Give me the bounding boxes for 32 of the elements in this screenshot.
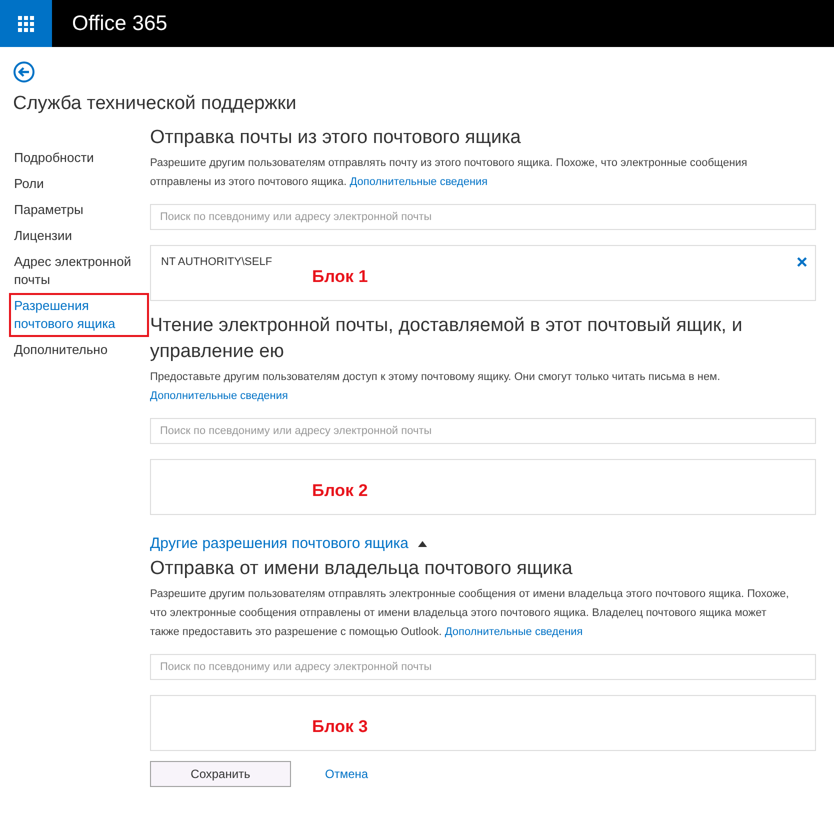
page-title: Служба технической поддержки <box>13 92 298 116</box>
nav-item[interactable]: Лицензии <box>9 223 149 249</box>
search-field[interactable]: Поиск по псевдониму или адресу электронной почты <box>150 204 816 230</box>
nav-item[interactable]: Параметры <box>9 197 149 223</box>
app-grid-icon <box>18 16 34 32</box>
nav-item[interactable]: Адрес электронной почты <box>9 249 149 293</box>
section-title: Отправка почты из этого почтового ящика <box>150 126 522 150</box>
nav-item[interactable]: Роли <box>9 171 149 197</box>
nav-item[interactable]: Разрешения почтового ящика <box>9 293 149 337</box>
section-title: Чтение электронной почты, доставляемой в этот почтовый ящик, и управление ею <box>150 314 744 364</box>
more-info-link[interactable]: Дополнительные сведения <box>350 176 488 188</box>
more-info-link[interactable]: Дополнительные сведения <box>444 626 583 638</box>
nav-item[interactable]: Подробности <box>9 145 149 171</box>
annotation-label: Блок 1 <box>312 266 368 288</box>
more-info-link[interactable]: Дополнительные сведения <box>150 390 288 402</box>
app-launcher-button[interactable] <box>0 0 52 47</box>
annotation-label: Блок 3 <box>312 716 368 738</box>
section-description: Предоставьте другим пользователям доступ к этому почтовому ящику. Они смогут только читать письма в нем. Дополнительные сведения <box>150 370 722 404</box>
section-description: Разрешите другим пользователям отправлять электронные сообщения от имени владельца этого почтового ящика. Похоже, что электронные сообщения отправлены от имени владельца этого почтового ящика. Владелец почтового ящика может также предоставить это разрешение с помощью Outlook. Дополнительные сведения <box>150 586 790 640</box>
annotation-label: Блок 2 <box>312 480 368 502</box>
nav-item[interactable]: Дополнительно <box>9 337 149 363</box>
remove-icon[interactable] <box>797 257 807 268</box>
search-field[interactable]: Поиск по псевдониму или адресу электронной почты <box>150 654 816 680</box>
save-button[interactable]: Сохранить <box>150 760 291 786</box>
expand-toggle[interactable]: Другие разрешения почтового ящика <box>150 533 816 556</box>
search-field[interactable]: Поиск по псевдониму или адресу электронной почты <box>150 418 816 444</box>
cancel-link[interactable]: Отмена <box>325 764 368 782</box>
app-title: Office 365 <box>72 10 168 37</box>
permission-entry: NT AUTHORITY\SELF <box>161 255 272 270</box>
section-title: Отправка от имени владельца почтового ящика <box>150 556 574 580</box>
back-icon[interactable] <box>13 61 35 83</box>
section-description: Разрешите другим пользователям отправлять почту из этого почтового ящика. Похоже, что электронные сообщения отправлены из этого почтового ящика. Дополнительные сведения <box>150 156 748 190</box>
